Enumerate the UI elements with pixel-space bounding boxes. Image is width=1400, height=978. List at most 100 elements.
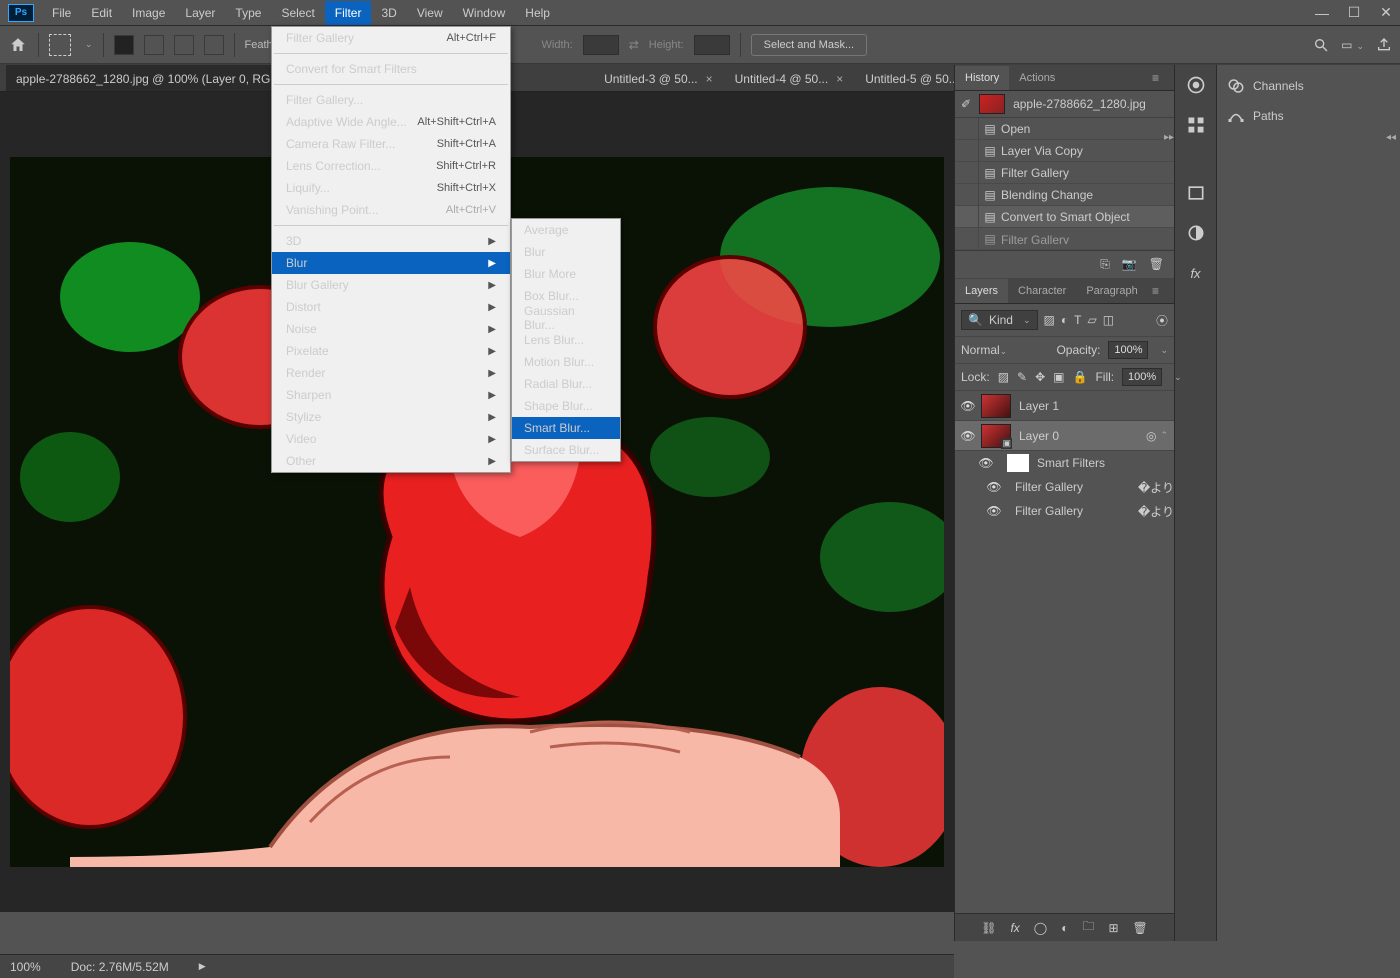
height-input[interactable]: [694, 35, 730, 55]
menu-sharpen-sub[interactable]: Sharpen▶: [272, 384, 510, 406]
layer-item[interactable]: 👁 Layer 1: [955, 391, 1174, 421]
layer-style-icon[interactable]: fx: [1010, 921, 1019, 935]
paths-panel-collapsed[interactable]: Paths: [1217, 101, 1400, 131]
blend-mode-select[interactable]: Normal⌄: [961, 343, 1048, 357]
menu-image[interactable]: Image: [122, 1, 175, 25]
history-state[interactable]: ▤Blending Change: [955, 184, 1174, 206]
delete-layer-icon[interactable]: 🗑: [1133, 921, 1148, 935]
menu-blur-gallery-sub[interactable]: Blur Gallery▶: [272, 274, 510, 296]
menu-select[interactable]: Select: [271, 1, 324, 25]
menu-stylize-sub[interactable]: Stylize▶: [272, 406, 510, 428]
smart-filters-header[interactable]: 👁 Smart Filters: [955, 451, 1174, 475]
menu-distort-sub[interactable]: Distort▶: [272, 296, 510, 318]
layer-mask-icon[interactable]: ◯: [1034, 921, 1047, 935]
lock-all-icon[interactable]: 🔒: [1073, 370, 1088, 384]
lock-artboard-icon[interactable]: ▣: [1053, 370, 1064, 384]
filter-toggle[interactable]: ⦿: [1156, 312, 1168, 329]
marquee-tool-icon[interactable]: [49, 34, 71, 56]
menu-gaussian-blur[interactable]: Gaussian Blur...: [512, 307, 620, 329]
swap-icon[interactable]: ⇄: [629, 38, 639, 52]
color-panel-icon[interactable]: [1182, 73, 1210, 97]
selection-add-icon[interactable]: [144, 35, 164, 55]
share-icon[interactable]: [1376, 37, 1392, 53]
smart-filter-item[interactable]: 👁 Filter Gallery �より: [955, 475, 1174, 499]
tab-close-icon[interactable]: ×: [706, 72, 713, 86]
zoom-level[interactable]: 100%: [10, 960, 41, 974]
filter-shape-icon[interactable]: ▱: [1087, 313, 1096, 327]
visibility-icon[interactable]: 👁: [981, 480, 1007, 494]
adjustments-panel-icon[interactable]: [1182, 221, 1210, 245]
search-icon[interactable]: [1313, 37, 1329, 53]
menu-smart-blur[interactable]: Smart Blur...: [512, 417, 620, 439]
lock-pos-icon[interactable]: ✥: [1035, 370, 1045, 384]
collapse-panels-icon[interactable]: ▸▸: [1164, 132, 1174, 143]
delete-state-icon[interactable]: 🗑: [1149, 257, 1164, 272]
history-state[interactable]: ▤Convert to Smart Object: [955, 206, 1174, 228]
filter-smart-icon[interactable]: ◫: [1103, 313, 1114, 327]
panel-menu-icon[interactable]: ≡: [1152, 284, 1170, 298]
filter-options-icon[interactable]: �より: [1138, 503, 1174, 520]
menu-other-sub[interactable]: Other▶: [272, 450, 510, 472]
link-layers-icon[interactable]: ⛓: [981, 921, 996, 935]
menu-blur-sub[interactable]: Blur▶: [272, 252, 510, 274]
expand-icon[interactable]: ⌃: [1160, 430, 1168, 441]
width-input[interactable]: [583, 35, 619, 55]
fill-input[interactable]: [1122, 368, 1162, 386]
menu-liquify[interactable]: Liquify...Shift+Ctrl+X: [272, 177, 510, 199]
adjustment-layer-icon[interactable]: ◐: [1061, 921, 1068, 935]
visibility-icon[interactable]: 👁: [981, 504, 1007, 518]
filter-type-icon[interactable]: T: [1074, 313, 1081, 327]
menu-filter[interactable]: Filter: [325, 1, 372, 25]
visibility-icon[interactable]: 👁: [955, 429, 981, 443]
minimize-button[interactable]: ―: [1308, 3, 1336, 23]
layers-tab[interactable]: Layers: [955, 279, 1008, 303]
menu-3d[interactable]: 3D: [371, 1, 406, 25]
fill-chevron[interactable]: ⌄: [1174, 372, 1182, 383]
layer-item[interactable]: 👁 ▣ Layer 0 ◎ ⌃: [955, 421, 1174, 451]
swatches-panel-icon[interactable]: [1182, 113, 1210, 137]
menu-camera-raw[interactable]: Camera Raw Filter...Shift+Ctrl+A: [272, 133, 510, 155]
menu-help[interactable]: Help: [515, 1, 560, 25]
opacity-input[interactable]: [1108, 341, 1148, 359]
history-state[interactable]: ▤Open: [955, 118, 1174, 140]
history-state[interactable]: ▤Filter Gallery: [955, 228, 1174, 250]
menu-average[interactable]: Average: [512, 219, 620, 241]
menu-edit[interactable]: Edit: [81, 1, 122, 25]
visibility-icon[interactable]: 👁: [955, 399, 981, 413]
lock-paint-icon[interactable]: ✎: [1017, 370, 1027, 384]
menu-pixelate-sub[interactable]: Pixelate▶: [272, 340, 510, 362]
menu-blur[interactable]: Blur: [512, 241, 620, 263]
menu-lens-blur[interactable]: Lens Blur...: [512, 329, 620, 351]
history-source[interactable]: ✐ apple-2788662_1280.jpg: [955, 91, 1174, 118]
status-chevron[interactable]: ▶: [199, 961, 206, 972]
close-button[interactable]: ✕: [1372, 3, 1400, 23]
menu-video-sub[interactable]: Video▶: [272, 428, 510, 450]
layer-filter-kind[interactable]: 🔍 Kind ⌄: [961, 310, 1038, 330]
selection-subtract-icon[interactable]: [174, 35, 194, 55]
channels-panel-collapsed[interactable]: Channels: [1217, 71, 1400, 101]
menu-blur-more[interactable]: Blur More: [512, 263, 620, 285]
history-tab[interactable]: History: [955, 66, 1009, 90]
libraries-panel-icon[interactable]: [1182, 181, 1210, 205]
actions-tab[interactable]: Actions: [1009, 66, 1065, 90]
menu-convert-smart[interactable]: Convert for Smart Filters: [272, 58, 510, 80]
select-and-mask-button[interactable]: Select and Mask...: [751, 34, 868, 56]
menu-type[interactable]: Type: [225, 1, 271, 25]
menu-layer[interactable]: Layer: [175, 1, 225, 25]
styles-panel-icon[interactable]: fx: [1182, 261, 1210, 285]
lock-trans-icon[interactable]: ▨: [998, 370, 1009, 384]
menu-radial-blur[interactable]: Radial Blur...: [512, 373, 620, 395]
maximize-button[interactable]: ☐: [1340, 3, 1368, 23]
selection-intersect-icon[interactable]: [204, 35, 224, 55]
snapshot-icon[interactable]: 📷: [1122, 257, 1137, 272]
filter-options-icon[interactable]: �より: [1138, 479, 1174, 496]
character-tab[interactable]: Character: [1008, 279, 1076, 303]
collapse-panels-icon[interactable]: ◂◂: [1386, 132, 1396, 143]
home-icon[interactable]: [8, 36, 28, 54]
menu-last-filter[interactable]: Filter GalleryAlt+Ctrl+F: [272, 27, 510, 49]
menu-noise-sub[interactable]: Noise▶: [272, 318, 510, 340]
tab-close-icon[interactable]: ×: [836, 72, 843, 86]
menu-window[interactable]: Window: [453, 1, 516, 25]
history-state[interactable]: ▤Layer Via Copy: [955, 140, 1174, 162]
new-layer-icon[interactable]: ⊞: [1108, 921, 1118, 935]
